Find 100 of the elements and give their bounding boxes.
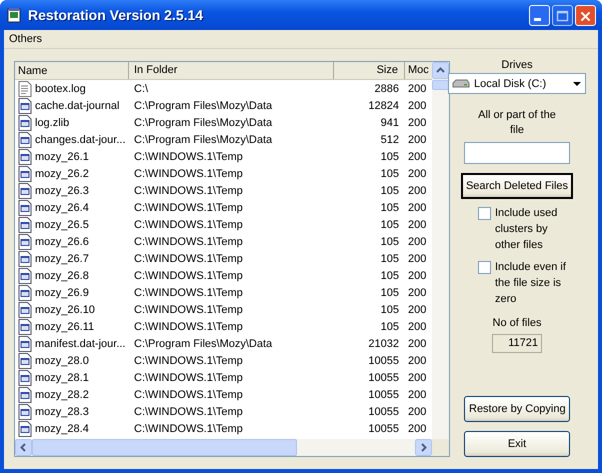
checkbox[interactable] — [478, 261, 491, 274]
date-cell-text: 200 — [407, 184, 428, 196]
application-file-icon — [18, 182, 32, 198]
application-file-icon — [18, 250, 32, 266]
file-name: mozy_26.9 — [35, 286, 89, 298]
close-button[interactable] — [575, 4, 596, 26]
application-file-icon — [18, 404, 32, 420]
folder-cell-text: C:\Program Files\Mozy\Data — [133, 338, 274, 350]
application-file-icon — [18, 200, 32, 216]
file-name: mozy_28.2 — [35, 388, 89, 400]
size-cell-text: 10055 — [367, 354, 400, 366]
size-cell-text: 105 — [380, 150, 400, 162]
maximize-button[interactable] — [552, 4, 573, 26]
application-file-icon — [18, 268, 32, 284]
drives-label: Drives — [501, 59, 533, 71]
date-cell-text: 200 — [407, 338, 428, 350]
file-name: mozy_26.8 — [35, 270, 89, 282]
application-file-icon — [18, 302, 32, 318]
application-file-icon — [18, 370, 32, 386]
app-icon — [6, 7, 22, 23]
size-cell-text: 10055 — [367, 372, 400, 384]
file-count: 11721 — [492, 334, 542, 353]
menu-item[interactable]: Others — [8, 33, 44, 45]
column-header[interactable]: Moc — [405, 62, 432, 79]
file-name: mozy_26.2 — [35, 168, 89, 180]
folder-cell-text: C:\WINDOWS.1\Temp — [133, 406, 244, 418]
size-cell-text: 10055 — [367, 406, 400, 418]
count-label: No of files — [492, 317, 542, 329]
folder-cell-text: C:\Program Files\Mozy\Data — [133, 100, 274, 112]
text-file-icon — [18, 80, 32, 96]
scroll-left-icon[interactable] — [15, 439, 32, 456]
window-title: Restoration Version 2.5.14 — [28, 7, 204, 23]
date-cell-text: 200 — [407, 116, 428, 128]
column-header[interactable]: In Folder — [129, 62, 334, 79]
size-cell-text: 105 — [380, 286, 400, 298]
hard-drive-icon — [452, 78, 470, 90]
folder-cell-text: C:\WINDOWS.1\Temp — [133, 270, 244, 282]
horizontal-scrollbar[interactable] — [15, 439, 449, 456]
scroll-thumb[interactable] — [32, 439, 297, 456]
file-name-field[interactable] — [464, 142, 570, 164]
date-cell-text: 200 — [407, 134, 428, 146]
size-cell-text: 105 — [380, 184, 400, 196]
vertical-scrollbar[interactable] — [432, 62, 449, 439]
file-name: mozy_28.3 — [35, 406, 89, 418]
file-name: mozy_26.6 — [35, 236, 89, 248]
scroll-thumb[interactable] — [432, 80, 449, 90]
application-file-icon — [18, 148, 32, 164]
application-file-icon — [18, 166, 32, 182]
file-name: changes.dat-jour... — [35, 134, 126, 146]
minimize-button[interactable] — [529, 4, 550, 26]
date-cell-text: 200 — [407, 236, 428, 248]
drive-dropdown[interactable]: Local Disk (C:) — [448, 73, 586, 94]
file-name-label: All or part of the file — [478, 108, 556, 138]
size-cell-text: 105 — [380, 202, 400, 214]
date-cell-text: 200 — [407, 320, 428, 332]
application-file-icon — [18, 336, 32, 352]
size-cell-text: 105 — [380, 168, 400, 180]
date-cell-text: 200 — [407, 218, 428, 230]
checkbox[interactable] — [478, 207, 491, 220]
folder-cell-text: C:\WINDOWS.1\Temp — [133, 202, 244, 214]
scroll-up-icon[interactable] — [432, 62, 449, 79]
application-file-icon — [18, 284, 32, 300]
folder-cell-text: C:\WINDOWS.1\Temp — [133, 252, 244, 264]
file-name: cache.dat-journal — [35, 100, 120, 112]
checkbox-label: Include even if the file size is zero — [495, 260, 567, 307]
file-name: mozy_26.3 — [35, 184, 89, 196]
date-cell-text: 200 — [407, 252, 428, 264]
folder-cell-text: C:\Program Files\Mozy\Data — [133, 116, 274, 128]
search-button[interactable]: Search Deleted Files — [460, 173, 574, 199]
size-cell-text: 105 — [380, 252, 400, 264]
date-cell-text: 200 — [407, 304, 428, 316]
date-cell-text: 200 — [407, 354, 428, 366]
scroll-right-icon[interactable] — [415, 439, 432, 456]
application-file-icon — [18, 318, 32, 334]
file-name: mozy_26.10 — [35, 304, 95, 316]
checkbox-label: Include used clusters by other files — [495, 206, 558, 253]
date-cell-text: 200 — [407, 406, 428, 418]
file-name: mozy_26.5 — [35, 218, 89, 230]
application-file-icon — [18, 132, 32, 148]
folder-cell-text: C:\WINDOWS.1\Temp — [133, 388, 244, 400]
application-file-icon — [18, 386, 32, 402]
folder-cell-text: C:\WINDOWS.1\Temp — [133, 218, 244, 230]
folder-cell-text: C:\WINDOWS.1\Temp — [133, 354, 244, 366]
file-name: mozy_26.1 — [35, 150, 89, 162]
exit-button[interactable]: Exit — [464, 431, 570, 457]
file-name: mozy_26.7 — [35, 252, 89, 264]
application-file-icon — [18, 216, 32, 232]
restore-button[interactable]: Restore by Copying — [464, 396, 570, 422]
file-name: manifest.dat-jour... — [35, 338, 126, 350]
column-header[interactable]: Size — [334, 62, 405, 79]
date-cell-text: 200 — [407, 286, 428, 298]
date-cell-text: 200 — [407, 422, 428, 434]
size-cell-text: 941 — [380, 116, 400, 128]
date-cell-text: 200 — [407, 168, 428, 180]
folder-cell-text: C:\WINDOWS.1\Temp — [133, 372, 244, 384]
size-cell-text: 512 — [380, 134, 400, 146]
column-header[interactable]: Name — [15, 62, 129, 79]
folder-cell-text: C:\WINDOWS.1\Temp — [133, 320, 244, 332]
folder-cell-text: C:\ — [133, 82, 150, 94]
folder-cell-text: C:\Program Files\Mozy\Data — [133, 134, 274, 146]
